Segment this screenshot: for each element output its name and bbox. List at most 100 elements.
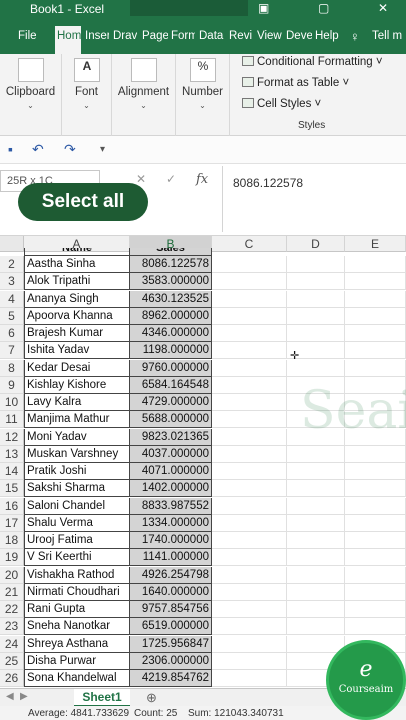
empty-cell[interactable] <box>212 514 287 532</box>
row-number[interactable]: 4 <box>0 290 24 308</box>
name-cell[interactable]: Lavy Kalra <box>24 394 130 411</box>
header-name-cell[interactable]: Name <box>24 248 130 256</box>
row-number[interactable]: 9 <box>0 376 24 394</box>
row-number[interactable]: 10 <box>0 394 24 411</box>
empty-cell[interactable] <box>345 445 406 463</box>
row-number[interactable]: 11 <box>0 411 24 429</box>
name-cell[interactable]: Saloni Chandel <box>24 497 130 515</box>
tab-help[interactable]: Help <box>315 30 341 42</box>
empty-cell[interactable] <box>212 411 287 429</box>
empty-cell[interactable] <box>287 325 345 342</box>
sales-cell[interactable]: 4071.000000 <box>130 463 212 480</box>
sales-cell[interactable]: 9760.000000 <box>130 359 212 377</box>
tab-insert[interactable]: Inser <box>85 30 109 42</box>
row-number[interactable]: 6 <box>0 325 24 342</box>
empty-cell[interactable] <box>345 325 406 342</box>
row-number[interactable]: 15 <box>0 480 24 498</box>
customize-qat-icon[interactable]: ▾ <box>100 144 105 155</box>
ribbon-display-icon[interactable]: ▢ <box>318 1 329 15</box>
font-group[interactable]: A Font ⌄ <box>62 54 112 136</box>
row-number[interactable]: 3 <box>0 273 24 291</box>
name-cell[interactable]: Sneha Nanotkar <box>24 618 130 636</box>
name-cell[interactable]: Sakshi Sharma <box>24 480 130 498</box>
tab-page-layout[interactable]: Page <box>142 30 168 42</box>
empty-cell[interactable] <box>287 273 345 291</box>
insert-function-icon[interactable]: fx <box>196 172 208 187</box>
sales-cell[interactable]: 4219.854762 <box>130 670 212 687</box>
row-number[interactable]: 24 <box>0 635 24 653</box>
empty-cell[interactable] <box>287 566 345 584</box>
empty-cell[interactable] <box>345 583 406 601</box>
format-as-table-button[interactable]: Format as Table ˅ <box>242 77 349 89</box>
name-cell[interactable]: Rani Gupta <box>24 601 130 618</box>
name-cell[interactable]: Aastha Sinha <box>24 256 130 273</box>
name-cell[interactable]: Shreya Asthana <box>24 635 130 653</box>
name-cell[interactable]: Nirmati Choudhari <box>24 583 130 601</box>
save-icon[interactable]: ▪ <box>8 141 13 157</box>
empty-cell[interactable] <box>287 601 345 618</box>
row-number[interactable]: 22 <box>0 601 24 618</box>
empty-cell[interactable] <box>345 601 406 618</box>
sales-cell[interactable]: 2306.000000 <box>130 652 212 670</box>
empty-cell[interactable] <box>212 256 287 273</box>
tab-draw[interactable]: Drav <box>113 30 137 42</box>
empty-cell[interactable] <box>287 359 345 377</box>
empty-cell[interactable] <box>345 359 406 377</box>
name-cell[interactable]: Manjima Mathur <box>24 411 130 429</box>
clipboard-group[interactable]: Clipboard ⌄ <box>0 54 62 136</box>
empty-cell[interactable] <box>212 376 287 394</box>
sales-cell[interactable]: 4630.123525 <box>130 290 212 308</box>
empty-cell[interactable] <box>345 532 406 549</box>
empty-cell[interactable] <box>212 273 287 291</box>
tab-tell-me[interactable]: Tell m <box>372 30 406 42</box>
empty-cell[interactable] <box>287 445 345 463</box>
sales-cell[interactable]: 9823.021365 <box>130 428 212 446</box>
empty-cell[interactable] <box>287 256 345 273</box>
empty-cell[interactable] <box>212 290 287 308</box>
name-cell[interactable]: Pratik Joshi <box>24 463 130 480</box>
prev-sheet-icon[interactable]: ◀ <box>6 691 14 702</box>
row-number[interactable]: 19 <box>0 549 24 567</box>
empty-cell[interactable] <box>345 273 406 291</box>
sheet-tab-sheet1[interactable]: Sheet1 <box>74 689 130 707</box>
formula-input[interactable]: 8086.122578 <box>222 166 406 232</box>
alignment-group[interactable]: Alignment ⌄ <box>112 54 176 136</box>
name-cell[interactable]: Ishita Yadav <box>24 342 130 360</box>
sales-cell[interactable]: 9757.854756 <box>130 601 212 618</box>
sales-cell[interactable]: 8962.000000 <box>130 307 212 325</box>
sales-cell[interactable]: 1334.000000 <box>130 514 212 532</box>
sales-cell[interactable]: 1725.956847 <box>130 635 212 653</box>
empty-cell[interactable] <box>287 290 345 308</box>
number-group[interactable]: % Number ⌄ <box>176 54 230 136</box>
sales-cell[interactable]: 1198.000000 <box>130 342 212 360</box>
empty-cell[interactable] <box>212 480 287 498</box>
name-cell[interactable]: Disha Purwar <box>24 652 130 670</box>
row-number[interactable]: 2 <box>0 256 24 273</box>
row-number[interactable]: 20 <box>0 566 24 584</box>
empty-cell[interactable] <box>345 307 406 325</box>
name-cell[interactable]: Vishakha Rathod <box>24 566 130 584</box>
tab-view[interactable]: View <box>257 30 283 42</box>
close-icon[interactable]: ✕ <box>378 1 388 15</box>
sales-cell[interactable]: 3583.000000 <box>130 273 212 291</box>
sales-cell[interactable]: 4729.000000 <box>130 394 212 411</box>
row-number[interactable]: 16 <box>0 497 24 515</box>
sales-cell[interactable]: 8086.122578 <box>130 256 212 273</box>
sales-cell[interactable]: 1402.000000 <box>130 480 212 498</box>
empty-cell[interactable] <box>212 532 287 549</box>
cell-styles-button[interactable]: Cell Styles ˅ <box>242 98 321 110</box>
spreadsheet-grid[interactable]: A B C D E Name Sales 2 Aastha Sinha 8086.1… <box>0 236 406 688</box>
sales-cell[interactable]: 4037.000000 <box>130 445 212 463</box>
name-cell[interactable]: Brajesh Kumar <box>24 325 130 342</box>
sales-cell[interactable]: 5688.000000 <box>130 411 212 429</box>
tab-developer[interactable]: Deve <box>286 30 312 42</box>
empty-cell[interactable] <box>345 549 406 567</box>
row-number[interactable]: 21 <box>0 583 24 601</box>
empty-cell[interactable] <box>287 307 345 325</box>
empty-cell[interactable] <box>212 670 287 687</box>
empty-cell[interactable] <box>212 428 287 446</box>
empty-cell[interactable] <box>287 583 345 601</box>
sales-cell[interactable]: 1740.000000 <box>130 532 212 549</box>
name-cell[interactable]: Moni Yadav <box>24 428 130 446</box>
empty-cell[interactable] <box>212 583 287 601</box>
